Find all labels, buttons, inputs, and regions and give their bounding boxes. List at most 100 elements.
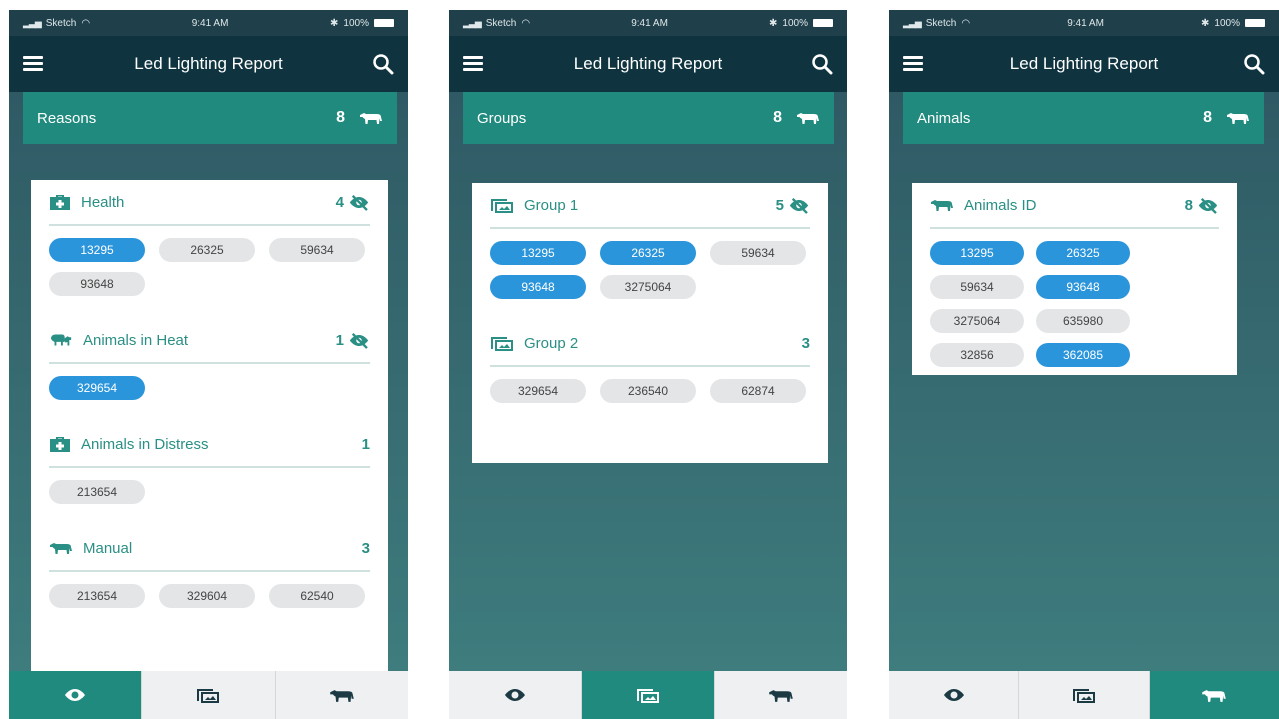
group-icon	[1072, 686, 1096, 704]
animal-chip[interactable]: 26325	[1036, 241, 1130, 265]
tab-reasons[interactable]	[889, 671, 1020, 719]
group-count: 4	[335, 193, 344, 211]
status-time: 9:41 AM	[191, 17, 229, 29]
tab-reasons[interactable]	[449, 671, 582, 719]
tab-groups[interactable]	[582, 671, 715, 719]
tab-bar	[889, 671, 1279, 719]
app-title: Led Lighting Report	[1009, 54, 1159, 73]
animal-chip[interactable]: 26325	[600, 241, 696, 265]
search-icon[interactable]	[811, 53, 833, 75]
animal-chip[interactable]: 362085	[1036, 343, 1130, 367]
eye-icon	[942, 686, 966, 704]
group-title: Group 2	[524, 334, 579, 352]
animal-chip[interactable]: 59634	[930, 275, 1024, 299]
group-count: 3	[801, 334, 810, 352]
wifi-icon: ◠	[961, 17, 971, 29]
section-header[interactable]: Animals 8	[903, 92, 1264, 144]
section-count: 8	[773, 109, 782, 126]
search-icon[interactable]	[372, 53, 394, 75]
animal-chip[interactable]: 93648	[1036, 275, 1130, 299]
animal-chip[interactable]: 329654	[49, 376, 145, 400]
cow-icon	[359, 111, 383, 125]
animals-card: Animals ID 8 13295 26325 59634 93648 327…	[912, 183, 1237, 375]
reasons-card: Health 4 13295 26325 59634 93648 Animals…	[31, 180, 388, 680]
tab-animals[interactable]	[715, 671, 847, 719]
group-header[interactable]: Animals in Distress 1	[49, 422, 370, 468]
animal-chip[interactable]: 213654	[49, 480, 145, 504]
animal-chip[interactable]: 62540	[269, 584, 365, 608]
eye-slash-icon[interactable]	[348, 332, 370, 349]
app-title: Led Lighting Report	[134, 54, 283, 73]
animal-chip[interactable]: 329604	[159, 584, 255, 608]
animal-chip[interactable]: 635980	[1036, 309, 1130, 333]
animal-chip[interactable]: 3275064	[930, 309, 1024, 333]
animal-chip[interactable]: 93648	[490, 275, 586, 299]
group-title: Health	[81, 193, 125, 211]
menu-icon[interactable]	[23, 56, 43, 72]
cow-icon	[1201, 688, 1227, 703]
eye-slash-icon[interactable]	[348, 194, 370, 211]
group-animals-in-distress: Animals in Distress 1 213654	[31, 422, 388, 526]
cow-icon	[768, 688, 794, 703]
battery-icon	[374, 19, 394, 27]
battery-icon	[1245, 19, 1265, 27]
animal-chip[interactable]: 62874	[710, 379, 806, 403]
tab-groups[interactable]	[1019, 671, 1150, 719]
tab-reasons[interactable]	[9, 671, 143, 719]
group-title: Animals ID	[964, 196, 1037, 214]
search-icon[interactable]	[1243, 53, 1265, 75]
status-time: 9:41 AM	[1067, 17, 1104, 29]
cow-icon	[930, 198, 954, 212]
screen-groups: ▂▃▅ Sketch ◠ 9:41 AM ✱ 100% Led Lighting Re…	[449, 10, 847, 719]
eye-slash-icon[interactable]	[788, 197, 810, 214]
animal-chip[interactable]: 13295	[490, 241, 586, 265]
animal-chip[interactable]: 13295	[930, 241, 1024, 265]
bluetooth-icon: ✱	[769, 17, 778, 29]
signal-icon: ▂▃▅	[463, 17, 482, 28]
group-health: Health 4 13295 26325 59634 93648	[31, 180, 388, 318]
cow-icon	[796, 111, 820, 125]
menu-icon[interactable]	[903, 56, 923, 72]
animal-chip[interactable]: 236540	[600, 379, 696, 403]
group-2: Group 2 3 329654 236540 62874	[472, 321, 828, 425]
cow-icon	[1226, 111, 1250, 125]
signal-icon: ▂▃▅	[23, 17, 42, 28]
group-manual: Manual 3 213654 329604 62540	[31, 526, 388, 630]
section-header[interactable]: Reasons 8	[23, 92, 397, 144]
section-count: 8	[336, 109, 345, 126]
animal-chip[interactable]: 59634	[710, 241, 806, 265]
eye-icon	[503, 686, 527, 704]
battery-icon	[813, 19, 833, 27]
screen-animals: ▂▃▅ Sketch ◠ 9:41 AM ✱ 100% Led Lighting Re…	[889, 10, 1279, 719]
cow-icon	[49, 541, 73, 555]
group-header[interactable]: Group 2 3	[490, 321, 810, 367]
group-header[interactable]: Health 4	[49, 180, 370, 226]
group-title: Group 1	[524, 196, 579, 214]
tab-groups[interactable]	[142, 671, 276, 719]
group-header[interactable]: Group 1 5	[490, 183, 810, 229]
tab-animals[interactable]	[1149, 671, 1279, 719]
animal-chip[interactable]: 3275064	[600, 275, 696, 299]
group-title: Animals in Distress	[81, 435, 209, 453]
signal-icon: ▂▃▅	[903, 17, 922, 28]
animal-chip[interactable]: 329654	[490, 379, 586, 403]
group-icon	[490, 196, 514, 214]
eye-icon	[63, 686, 87, 704]
group-header[interactable]: Animals ID 8	[930, 183, 1219, 229]
animal-chip[interactable]: 93648	[49, 272, 145, 296]
status-bar: ▂▃▅ Sketch ◠ 9:41 AM ✱ 100%	[889, 10, 1279, 36]
animal-chip[interactable]: 26325	[159, 238, 255, 262]
animal-chip[interactable]: 213654	[49, 584, 145, 608]
eye-slash-icon[interactable]	[1197, 197, 1219, 214]
animal-chip[interactable]: 13295	[49, 238, 145, 262]
tab-bar	[449, 671, 847, 719]
animal-chip[interactable]: 59634	[269, 238, 365, 262]
section-header[interactable]: Groups 8	[463, 92, 834, 144]
menu-icon[interactable]	[463, 56, 483, 72]
group-header[interactable]: Manual 3	[49, 526, 370, 572]
group-title: Manual	[83, 539, 133, 557]
animals-in-heat-icon	[49, 332, 73, 348]
group-header[interactable]: Animals in Heat 1	[49, 318, 370, 364]
tab-animals[interactable]	[276, 671, 408, 719]
animal-chip[interactable]: 32856	[930, 343, 1024, 367]
